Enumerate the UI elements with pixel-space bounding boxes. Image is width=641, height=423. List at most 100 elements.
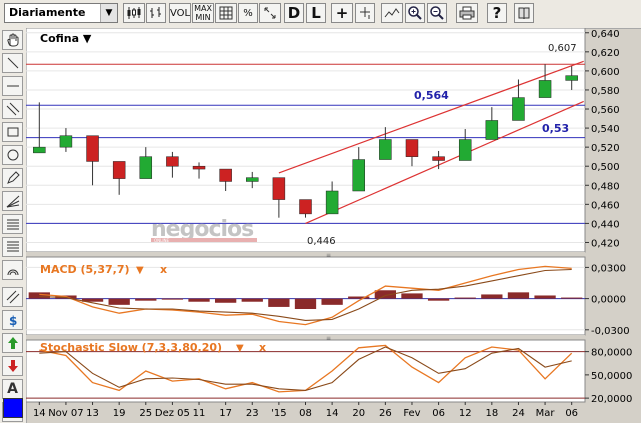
macd-title[interactable]: MACD (5,37,7) [40, 263, 130, 276]
rectangle-icon [7, 127, 18, 137]
hline-tool-button[interactable] [2, 76, 23, 96]
d-button[interactable]: D [284, 3, 304, 23]
circle-tool-button[interactable] [2, 145, 23, 165]
arrow-down-icon [7, 360, 18, 372]
pan-tool-button[interactable] [2, 30, 23, 50]
candle-body [405, 139, 419, 157]
volume-button[interactable]: VOL [169, 3, 191, 23]
candle-body [325, 190, 339, 215]
x-tick-label: 18 [485, 408, 498, 419]
arrows-out-icon [264, 7, 276, 19]
pencil-icon [6, 171, 20, 184]
y-tick-label: 0,540 [591, 124, 620, 135]
candle-body [139, 156, 153, 179]
y-tick-label: 0,500 [591, 162, 620, 173]
x-tick-label: Mar [536, 408, 556, 419]
cursor-button[interactable] [355, 3, 375, 23]
macd-dropdown-icon[interactable]: ▼ [136, 265, 144, 276]
channel-tool-button[interactable] [2, 99, 23, 119]
macd-histogram-bar [534, 295, 556, 299]
stoch-close-icon[interactable]: x [259, 341, 266, 354]
level-53-label: 0,53 [542, 122, 569, 135]
x-tick-label: 06 [565, 408, 578, 419]
volume-label: VOL [169, 7, 191, 19]
macd-histogram-bar [454, 297, 476, 299]
zoom-in-button[interactable] [405, 3, 425, 23]
color-swatch[interactable] [3, 398, 23, 418]
chart-title[interactable]: Cofina ▼ [40, 32, 92, 45]
x-tick-label: 08 [299, 408, 312, 419]
stoch-title[interactable]: Stochastic Slow (7,3,3,80,20) [40, 341, 222, 354]
watermark-subtext: ONLINE [154, 238, 170, 243]
pencil-tool-button[interactable] [2, 168, 23, 188]
max-min-button[interactable]: MAX MIN [192, 3, 214, 23]
period-select[interactable]: Diariamente ▼ [4, 3, 118, 23]
buy-arrow-button[interactable] [2, 333, 23, 353]
candle-body [485, 120, 499, 140]
percent-label: % [243, 7, 253, 19]
panel-splitter[interactable] [26, 252, 585, 257]
levels-icon [6, 241, 19, 252]
y-tick-label: 0,440 [591, 219, 620, 230]
level-564-label: 0,564 [414, 89, 449, 102]
sell-arrow-button[interactable] [2, 356, 23, 376]
macd-histogram-bar [507, 292, 530, 299]
x-tick-label: 13 [86, 408, 99, 419]
panel-splitter-2[interactable] [26, 335, 585, 340]
candle-body [432, 156, 445, 161]
x-tick-label: 19 [113, 408, 126, 419]
fibonacci-icon [6, 219, 19, 230]
macd-y-tick-label: 0,0300 [591, 263, 626, 274]
y-tick-label: 0,640 [591, 29, 620, 40]
line-tool-button[interactable] [381, 3, 403, 23]
d-label: D [287, 4, 301, 22]
arc-tool-button[interactable] [2, 260, 23, 280]
dollar-tool-button[interactable]: $ [2, 310, 23, 330]
y-tick-label: 0,460 [591, 200, 620, 211]
svg-text:$: $ [9, 314, 17, 327]
diagonal-line-icon [7, 57, 18, 69]
candle-body [166, 156, 179, 167]
macd-histogram-bar [561, 297, 583, 299]
ohlc-type-button[interactable] [146, 3, 166, 23]
x-tick-label: 25 [139, 408, 152, 419]
printer-icon [459, 6, 475, 20]
rectangle-tool-button[interactable] [2, 122, 23, 142]
trendline-tool-button[interactable] [2, 53, 23, 73]
macd-histogram-bar [214, 298, 237, 303]
lines-tool-button[interactable] [2, 287, 23, 307]
grid-icon [219, 6, 233, 20]
y-tick-label: 0,600 [591, 67, 620, 78]
macd-close-icon[interactable]: x [160, 263, 167, 276]
zoom-in-icon [408, 6, 422, 20]
candle-body [565, 75, 578, 81]
x-tick-label: 11 [193, 408, 206, 419]
candlestick-icon [127, 7, 141, 19]
macd-histogram-bar [401, 293, 423, 299]
stoch-dropdown-icon[interactable]: ▼ [236, 343, 244, 354]
y-tick-label: 0,520 [591, 143, 620, 154]
text-tool-button[interactable]: A [2, 379, 23, 399]
candle-body [352, 159, 365, 192]
book-button[interactable] [514, 3, 534, 23]
zoom-out-button[interactable] [427, 3, 447, 23]
print-button[interactable] [456, 3, 478, 23]
fan-lines-icon [6, 195, 19, 208]
stoch-y-tick-label: 80,0000 [591, 348, 632, 359]
candle-body [379, 139, 392, 160]
candlestick-type-button[interactable] [123, 3, 145, 23]
fibonacci-tool-button[interactable] [2, 214, 23, 234]
grid-button[interactable] [215, 3, 237, 23]
x-tick-label: 14 [33, 408, 46, 419]
fan-tool-button[interactable] [2, 191, 23, 211]
crosshair-small-icon [360, 7, 370, 19]
l-button[interactable]: L [306, 3, 326, 23]
grid-lines-tool-button[interactable] [2, 237, 23, 257]
candle-body [458, 139, 472, 161]
hatch-lines-icon [6, 290, 19, 304]
percent-button[interactable]: % [238, 3, 258, 23]
crosshair-button[interactable]: + [331, 3, 353, 23]
zoom-fit-button[interactable] [259, 3, 281, 23]
candle-body [59, 135, 73, 148]
help-button[interactable]: ? [487, 3, 507, 23]
